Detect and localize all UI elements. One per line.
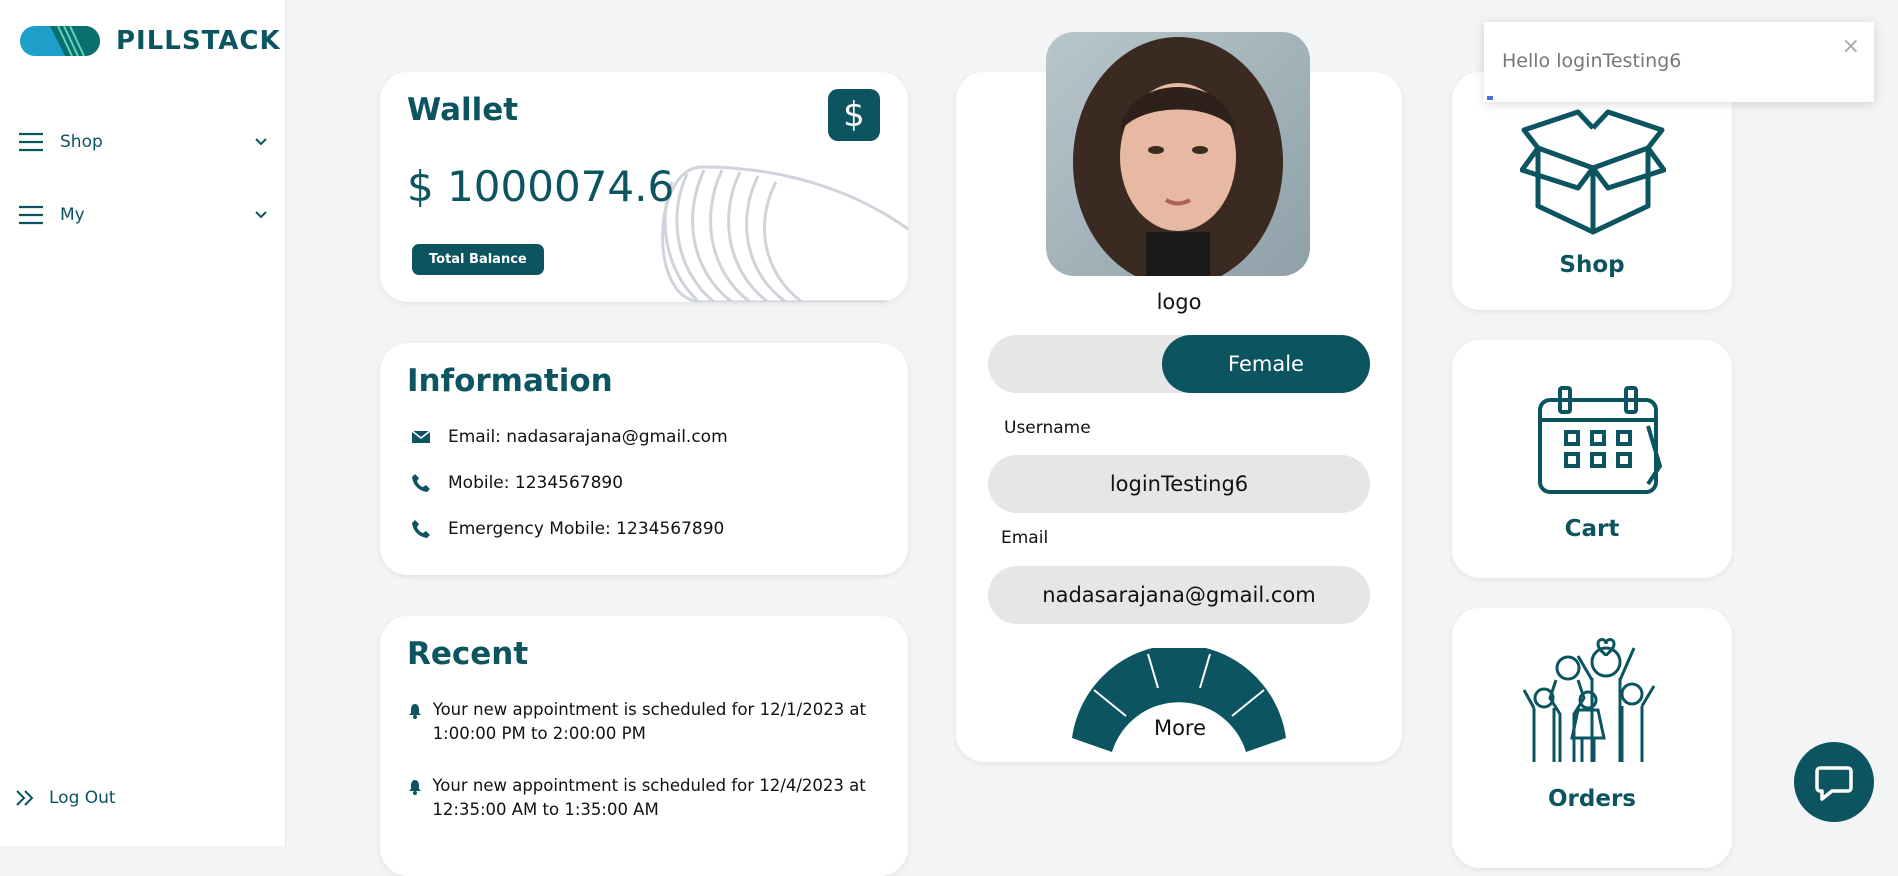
info-email-row: Email: nadasarajana@gmail.com [408,427,728,447]
gender-toggle[interactable]: Female [988,335,1370,393]
sidebar-item-my[interactable]: My [18,199,268,231]
toast-progress [1487,96,1493,100]
information-title: Information [407,363,613,399]
wallet-title: Wallet [407,92,519,128]
pillstack-logo-icon [20,25,100,57]
info-emergency-text: Emergency Mobile: 1234567890 [448,519,725,539]
info-mobile-row: Mobile: 1234567890 [408,473,623,493]
dollar-icon: $ [828,89,880,141]
email-label: Email [1001,528,1049,548]
chevron-down-icon [255,211,267,219]
profile-photo [1046,32,1310,276]
pill-decoration-icon [661,165,908,302]
info-emergency-row: Emergency Mobile: 1234567890 [408,519,724,539]
calendar-icon [1538,386,1663,494]
cart-tile-label: Cart [1564,516,1620,542]
more-button[interactable]: More [1130,716,1230,740]
info-email-text: Email: nadasarajana@gmail.com [448,427,728,447]
bell-icon [408,774,422,822]
gender-female-option[interactable]: Female [1162,335,1370,393]
chat-button[interactable] [1794,742,1874,822]
total-balance-badge[interactable]: Total Balance [412,244,544,275]
menu-icon [19,205,43,225]
sidebar-item-shop[interactable]: Shop [18,126,268,158]
phone-icon [408,519,434,539]
sidebar-item-label: My [60,205,85,225]
logout-label: Log Out [49,788,116,808]
toast-message: Hello loginTesting6 [1502,50,1682,72]
logout-button[interactable]: Log Out [15,788,116,808]
cart-tile[interactable]: Cart [1452,340,1732,578]
recent-item-text: Your new appointment is scheduled for 12… [432,700,867,743]
information-card: Information Email: nadasarajana@gmail.co… [380,343,908,575]
list-item: Your new appointment is scheduled for 12… [408,698,868,746]
username-label: Username [1004,418,1091,438]
info-mobile-text: Mobile: 1234567890 [448,473,624,493]
wallet-card: Wallet $ $ 1000074.6 Total Balance [380,72,908,302]
list-item: Your new appointment is scheduled for 12… [408,774,868,822]
email-field[interactable]: nadasarajana@gmail.com [988,566,1370,624]
shop-tile-label: Shop [1559,252,1625,278]
username-field[interactable]: loginTesting6 [988,455,1370,513]
bell-icon [408,698,423,746]
wallet-amount: $ 1000074.6 [407,162,675,211]
menu-icon [19,132,43,152]
sidebar-item-label: Shop [60,132,103,152]
recent-card: Recent Your new appointment is scheduled… [380,616,908,876]
chevron-down-icon [255,138,267,146]
family-icon [1522,638,1656,762]
photo-caption: logo [1156,290,1202,314]
envelope-icon [408,430,434,444]
recent-title: Recent [407,636,529,672]
close-icon[interactable]: × [1842,34,1860,59]
phone-icon [408,473,434,493]
recent-item-text: Your new appointment is scheduled for 12… [432,776,866,819]
double-chevron-right-icon [16,790,34,806]
sidebar: PILLSTACK Shop My Log Out [0,0,286,846]
brand-name: PILLSTACK [116,26,281,56]
toast-notification: Hello loginTesting6 × [1484,22,1874,102]
shop-tile[interactable]: Shop [1452,72,1732,310]
brand[interactable]: PILLSTACK [20,24,281,58]
box-icon [1520,109,1666,235]
orders-tile-label: Orders [1548,786,1636,812]
orders-tile[interactable]: Orders [1452,608,1732,868]
chat-bubble-icon [1815,766,1853,801]
